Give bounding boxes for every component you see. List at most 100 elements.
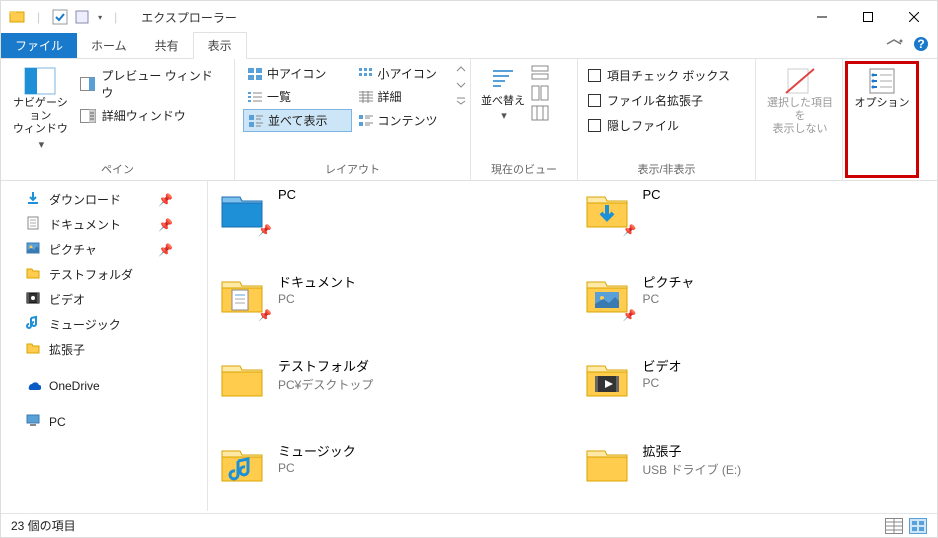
list-icon: [247, 90, 263, 104]
qat-dropdown-icon[interactable]: ▾: [98, 13, 102, 22]
file-name: ピクチャ: [643, 272, 695, 291]
layout-list[interactable]: 一覧: [243, 86, 352, 107]
file-name: 拡張子: [643, 441, 742, 460]
status-count: 23 個の項目: [11, 517, 76, 534]
item-checkboxes-toggle[interactable]: 項目チェック ボックス: [586, 65, 747, 86]
separator-icon: |: [37, 10, 40, 24]
chevron-down-icon: ▾: [39, 139, 45, 152]
checkbox-icon: [588, 94, 601, 107]
separator-icon: |: [114, 10, 117, 24]
minimize-button[interactable]: [799, 1, 845, 33]
layout-content[interactable]: コンテンツ: [354, 109, 463, 132]
layout-medium-icons[interactable]: 中アイコン: [243, 63, 352, 84]
pin-icon: 📌: [158, 243, 173, 257]
navigation-tree[interactable]: ダウンロード📌ドキュメント📌ピクチャ📌テストフォルダビデオミュージック拡張子On…: [1, 181, 208, 511]
document-folder-icon: 📌: [218, 270, 266, 318]
sort-by-button[interactable]: 並べ替え ▾: [479, 63, 527, 123]
file-name: テストフォルダ: [278, 356, 373, 375]
folder-icon: [218, 354, 266, 402]
file-item[interactable]: ミュージックPC: [218, 439, 563, 508]
file-item[interactable]: 拡張子USB ドライブ (E:): [583, 439, 928, 508]
status-bar: 23 個の項目: [1, 513, 937, 537]
preview-pane-icon: [80, 77, 96, 91]
tiles-icon: [248, 114, 264, 128]
tab-file[interactable]: ファイル: [1, 33, 77, 58]
scroll-up-icon[interactable]: [456, 65, 466, 73]
content-area: ダウンロード📌ドキュメント📌ピクチャ📌テストフォルダビデオミュージック拡張子On…: [1, 181, 937, 511]
tree-item-label: テストフォルダ: [49, 266, 133, 283]
layout-small-icons[interactable]: 小アイコン: [354, 63, 463, 84]
file-location: USB ドライブ (E:): [643, 461, 742, 478]
properties-qat-icon[interactable]: [74, 9, 90, 25]
file-item[interactable]: 📌PC: [218, 185, 563, 254]
window-title: エクスプローラー: [141, 9, 237, 26]
file-list[interactable]: 📌PC📌PC📌ドキュメントPC📌ピクチャPCテストフォルダPC¥デスクトップビデ…: [208, 181, 937, 511]
minimize-ribbon-icon[interactable]: [885, 38, 903, 50]
onedrive-icon: [25, 376, 41, 395]
tree-item-label: OneDrive: [49, 379, 100, 393]
explorer-icon: [9, 9, 25, 25]
group-current-view: 並べ替え ▾ 現在のビュー: [471, 59, 578, 180]
expand-gallery-icon[interactable]: [456, 97, 466, 105]
tree-item-ビデオ[interactable]: ビデオ: [1, 287, 207, 312]
hide-selected-button[interactable]: 選択した項目を 表示しない: [764, 63, 836, 137]
checkbox-icon: [588, 69, 601, 82]
preview-pane-button[interactable]: プレビュー ウィンドウ: [76, 65, 226, 103]
file-item[interactable]: 📌PC: [583, 185, 928, 254]
group-options: オプション: [843, 59, 921, 180]
add-columns-icon[interactable]: [531, 85, 549, 101]
group-label: 表示/非表示: [578, 161, 755, 177]
tree-item-ミュージック[interactable]: ミュージック: [1, 312, 207, 337]
tree-item-OneDrive[interactable]: OneDrive: [1, 362, 207, 398]
large-icons-view-button[interactable]: [909, 518, 927, 534]
layout-details[interactable]: 詳細: [354, 86, 463, 107]
tree-item-label: 拡張子: [49, 341, 85, 358]
pictures-icon: [25, 240, 41, 259]
group-label: レイアウト: [235, 161, 470, 177]
details-icon: [358, 90, 374, 104]
file-name: ドキュメント: [278, 272, 356, 291]
file-extensions-toggle[interactable]: ファイル名拡張子: [586, 90, 747, 111]
file-item[interactable]: テストフォルダPC¥デスクトップ: [218, 354, 563, 423]
file-location: PC: [278, 461, 356, 475]
navigation-pane-button[interactable]: ナビゲーション ウィンドウ ▾: [9, 63, 72, 152]
scroll-down-icon[interactable]: [456, 81, 466, 89]
file-item[interactable]: 📌ドキュメントPC: [218, 270, 563, 339]
size-columns-icon[interactable]: [531, 105, 549, 121]
video-folder-icon: [583, 354, 631, 402]
hidden-files-toggle[interactable]: 隠しファイル: [586, 115, 747, 136]
ribbon-tabs: ファイル ホーム 共有 表示 ?: [1, 33, 937, 59]
options-button[interactable]: オプション: [851, 63, 913, 110]
folder-blue-icon: 📌: [218, 185, 266, 233]
file-name: ミュージック: [278, 441, 356, 460]
file-item[interactable]: ビデオPC: [583, 354, 928, 423]
sort-icon: [489, 67, 517, 93]
tree-item-ピクチャ[interactable]: ピクチャ📌: [1, 237, 207, 262]
pictures-folder-icon: 📌: [583, 270, 631, 318]
file-item[interactable]: 📌 ピクチャPC: [583, 270, 928, 339]
details-view-button[interactable]: [885, 518, 903, 534]
tree-item-PC[interactable]: PC: [1, 398, 207, 434]
tree-item-label: ドキュメント: [49, 216, 121, 233]
tab-share[interactable]: 共有: [141, 33, 193, 58]
medium-icons-icon: [247, 67, 263, 81]
layout-tiles[interactable]: 並べて表示: [243, 109, 352, 132]
small-icons-icon: [358, 67, 374, 81]
tab-view[interactable]: 表示: [193, 32, 247, 59]
tree-item-拡張子[interactable]: 拡張子: [1, 337, 207, 362]
details-pane-button[interactable]: 詳細ウィンドウ: [76, 105, 226, 126]
hide-selected-icon: [784, 67, 816, 95]
help-icon[interactable]: ?: [913, 36, 929, 52]
details-pane-icon: [80, 109, 96, 123]
checkbox-qat-icon[interactable]: [52, 9, 68, 25]
close-button[interactable]: [891, 1, 937, 33]
tree-item-テストフォルダ[interactable]: テストフォルダ: [1, 262, 207, 287]
group-layout: 中アイコン 小アイコン 一覧 詳細 並べて表示 コンテンツ レイアウト: [235, 59, 471, 180]
group-by-icon[interactable]: [531, 65, 549, 81]
maximize-button[interactable]: [845, 1, 891, 33]
tab-home[interactable]: ホーム: [77, 33, 141, 58]
tree-item-ドキュメント[interactable]: ドキュメント📌: [1, 212, 207, 237]
tree-item-ダウンロード[interactable]: ダウンロード📌: [1, 187, 207, 212]
pin-icon: 📌: [258, 309, 272, 322]
file-location: PC: [643, 292, 695, 306]
